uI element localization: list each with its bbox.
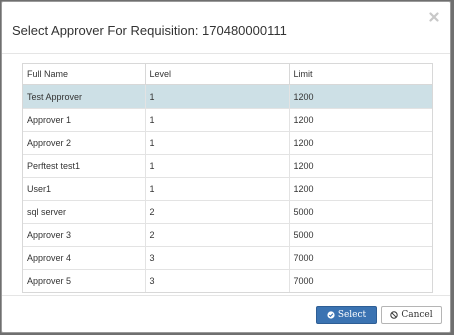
cell-level: 1 <box>145 177 290 201</box>
ban-icon <box>390 311 399 319</box>
cell-limit: 1200 <box>289 108 432 132</box>
table-row[interactable]: Perftest test1 1 1200 <box>23 154 432 178</box>
cell-limit: 1200 <box>289 177 432 201</box>
select-approver-dialog: Select Approver For Requisition: 1704800… <box>1 1 451 333</box>
table-row[interactable]: Approver 3 2 5000 <box>23 223 432 247</box>
column-header-limit[interactable]: Limit <box>289 64 432 85</box>
dialog-body: Full Name Level Limit Test Approver 1 1200… <box>2 54 450 296</box>
cell-full-name: sql server <box>23 200 146 224</box>
table-header-row: Full Name Level Limit <box>23 64 432 85</box>
close-icon[interactable] <box>427 11 441 25</box>
table-row[interactable]: Test Approver 1 1200 <box>23 84 432 109</box>
cell-limit: 1200 <box>289 131 432 155</box>
cell-full-name: Approver 2 <box>23 131 146 155</box>
table-row[interactable]: sql server 2 5000 <box>23 200 432 224</box>
table-row[interactable]: User1 1 1200 <box>23 177 432 201</box>
select-button-label: Select <box>337 310 367 320</box>
table-row[interactable]: Approver 2 1 1200 <box>23 131 432 155</box>
cell-level: 1 <box>145 108 290 132</box>
table-row[interactable]: Approver 1 1 1200 <box>23 108 432 132</box>
cell-full-name: User1 <box>23 177 146 201</box>
cancel-button[interactable]: Cancel <box>381 306 442 324</box>
select-button[interactable]: Select <box>316 306 377 324</box>
cell-full-name: Test Approver <box>23 84 146 109</box>
cell-level: 2 <box>145 223 290 247</box>
cell-full-name: Perftest test1 <box>23 154 146 178</box>
column-header-full-name[interactable]: Full Name <box>23 64 146 85</box>
cell-limit: 5000 <box>289 200 432 224</box>
cell-limit: 1200 <box>289 154 432 178</box>
cell-level: 1 <box>145 131 290 155</box>
cell-level: 1 <box>145 154 290 178</box>
cell-full-name: Approver 5 <box>23 269 146 292</box>
dialog-title: Select Approver For Requisition: 1704800… <box>12 23 287 38</box>
cancel-button-label: Cancel <box>401 310 433 320</box>
table-row[interactable]: Approver 4 3 7000 <box>23 246 432 270</box>
cell-limit: 7000 <box>289 269 432 292</box>
cell-limit: 1200 <box>289 84 432 109</box>
table-row[interactable]: Approver 5 3 7000 <box>23 269 432 292</box>
approver-table: Full Name Level Limit Test Approver 1 1200… <box>23 64 432 292</box>
dialog-header: Select Approver For Requisition: 1704800… <box>2 2 450 54</box>
approver-table-container: Full Name Level Limit Test Approver 1 1200… <box>22 63 433 293</box>
cell-level: 3 <box>145 269 290 292</box>
cell-full-name: Approver 4 <box>23 246 146 270</box>
cell-full-name: Approver 3 <box>23 223 146 247</box>
cell-level: 1 <box>145 84 290 109</box>
cell-level: 2 <box>145 200 290 224</box>
dialog-footer: Select Cancel <box>2 295 450 333</box>
check-circle-icon <box>327 311 335 319</box>
cell-level: 3 <box>145 246 290 270</box>
cell-limit: 5000 <box>289 223 432 247</box>
column-header-level[interactable]: Level <box>145 64 290 85</box>
cell-full-name: Approver 1 <box>23 108 146 132</box>
cell-limit: 7000 <box>289 246 432 270</box>
